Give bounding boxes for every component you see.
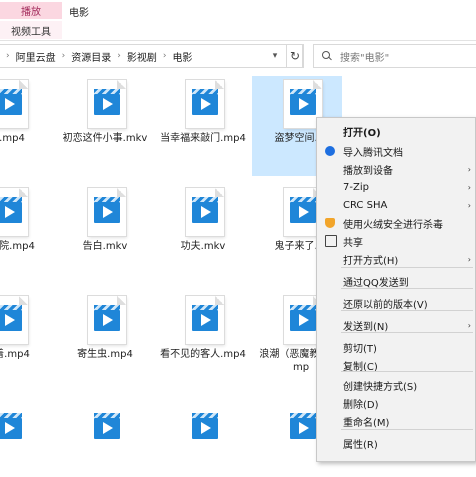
address-bar[interactable]: › 阿里云盘 › 资源目录 › 影视剧 › 电影 ▾ — [0, 44, 303, 68]
video-file-icon — [186, 80, 224, 128]
file-name: 告白.mkv — [82, 241, 128, 252]
menu-item-label: 还原以前的版本(V) — [343, 299, 428, 311]
breadcrumb-item[interactable]: 电影 — [172, 49, 192, 64]
menu-share[interactable]: 共享 — [317, 232, 476, 250]
menu-separator — [341, 371, 473, 372]
menu-separator — [341, 310, 473, 311]
file-name: 功夫.mkv — [180, 241, 226, 252]
breadcrumb-chevron-icon: › — [6, 51, 10, 61]
menu-item-label: 重命名(M) — [343, 417, 390, 429]
video-file-icon — [0, 296, 28, 344]
breadcrumb-chevron-icon: › — [61, 51, 66, 61]
menu-item-label: 创建快捷方式(S) — [343, 381, 418, 393]
menu-delete[interactable]: 删除(D) — [317, 394, 476, 412]
menu-item-label: CRC SHA — [343, 199, 388, 211]
menu-cut[interactable]: 剪切(T) — [317, 338, 476, 356]
search-placeholder: 搜索"电影" — [340, 52, 390, 64]
breadcrumb-item[interactable]: 资源目录 — [71, 49, 111, 64]
search-input[interactable]: 搜索"电影" — [313, 44, 476, 68]
breadcrumb-chevron-icon: › — [117, 51, 121, 61]
chevron-down-icon[interactable]: ▾ — [266, 45, 284, 67]
search-icon — [322, 51, 332, 61]
menu-item-label: 播放到设备 — [343, 165, 393, 177]
tab-video-tools[interactable]: 视频工具 — [0, 21, 62, 39]
menu-item-label: 删除(D) — [343, 399, 379, 411]
menu-item-label: 7-Zip — [343, 181, 369, 193]
menu-open-with[interactable]: 打开方式(H) › — [317, 250, 476, 268]
file-name: 看不见的客人.mp4 — [160, 349, 246, 360]
video-file-icon — [88, 188, 126, 236]
menu-create-shortcut[interactable]: 创建快捷方式(S) — [317, 376, 476, 394]
menu-properties[interactable]: 属性(R) — [317, 434, 476, 452]
menu-item-label: 共享 — [343, 237, 363, 249]
window-title: 电影 — [69, 8, 89, 19]
breadcrumb-chevron-icon: › — [162, 51, 167, 61]
refresh-button[interactable]: ↻ — [286, 44, 304, 68]
menu-item-label: 打开方式(H) — [343, 255, 399, 267]
menu-rename[interactable]: 重命名(M) — [317, 412, 476, 430]
menu-item-label: 发送到(N) — [343, 321, 389, 333]
menu-separator — [341, 288, 473, 289]
submenu-arrow-icon: › — [467, 320, 471, 330]
file-name: 当幸福来敲门.mp4 — [160, 133, 246, 144]
ribbon: 播放 电影 视频工具 — [0, 0, 476, 41]
file-name: 脱.mp4 — [0, 133, 25, 144]
submenu-arrow-icon: › — [467, 254, 471, 264]
menu-import-tencent-docs[interactable]: 导入腾讯文档 — [317, 142, 476, 160]
tencent-docs-icon — [325, 146, 335, 156]
breadcrumb-item[interactable]: 阿里云盘 — [16, 49, 56, 64]
menu-cast-to-device[interactable]: 播放到设备 › — [317, 160, 476, 178]
ribbon-divider — [0, 40, 476, 41]
huorong-shield-icon — [325, 218, 335, 228]
breadcrumb-item[interactable]: 影视剧 — [127, 49, 157, 64]
file-name: 疯人院.mp4 — [0, 241, 35, 252]
menu-crc-sha[interactable]: CRC SHA › — [317, 196, 476, 214]
menu-item-label: 打开(O) — [343, 127, 381, 139]
menu-separator — [341, 332, 473, 333]
context-menu: 打开(O) 导入腾讯文档 播放到设备 › 7-Zip › CRC SHA › 使用火绒安全进行杀… — [316, 117, 476, 462]
video-file-icon — [186, 188, 224, 236]
file-name: 活着.mp4 — [0, 349, 30, 360]
menu-huorong-scan[interactable]: 使用火绒安全进行杀毒 — [317, 214, 476, 232]
video-file-icon — [88, 80, 126, 128]
video-file-icon — [0, 188, 28, 236]
video-file-icon — [88, 296, 126, 344]
video-file-icon — [186, 296, 224, 344]
menu-item-label: 属性(R) — [343, 439, 378, 451]
share-icon — [325, 235, 337, 247]
submenu-arrow-icon: › — [467, 164, 471, 174]
menu-item-label: 通过QQ发送到 — [343, 277, 409, 289]
video-file-icon — [0, 80, 28, 128]
menu-7zip[interactable]: 7-Zip › — [317, 178, 476, 196]
menu-item-label: 剪切(T) — [343, 343, 377, 355]
file-name: 初恋这件小事.mkv — [62, 133, 148, 144]
submenu-arrow-icon: › — [467, 182, 471, 192]
menu-separator — [341, 267, 473, 268]
tab-play[interactable]: 播放 — [0, 2, 62, 19]
menu-item-label: 导入腾讯文档 — [343, 147, 403, 159]
menu-open[interactable]: 打开(O) — [317, 122, 476, 140]
menu-item-label: 使用火绒安全进行杀毒 — [343, 219, 443, 231]
file-name: 寄生虫.mp4 — [77, 349, 133, 360]
submenu-arrow-icon: › — [467, 200, 471, 210]
menu-separator — [341, 429, 473, 430]
